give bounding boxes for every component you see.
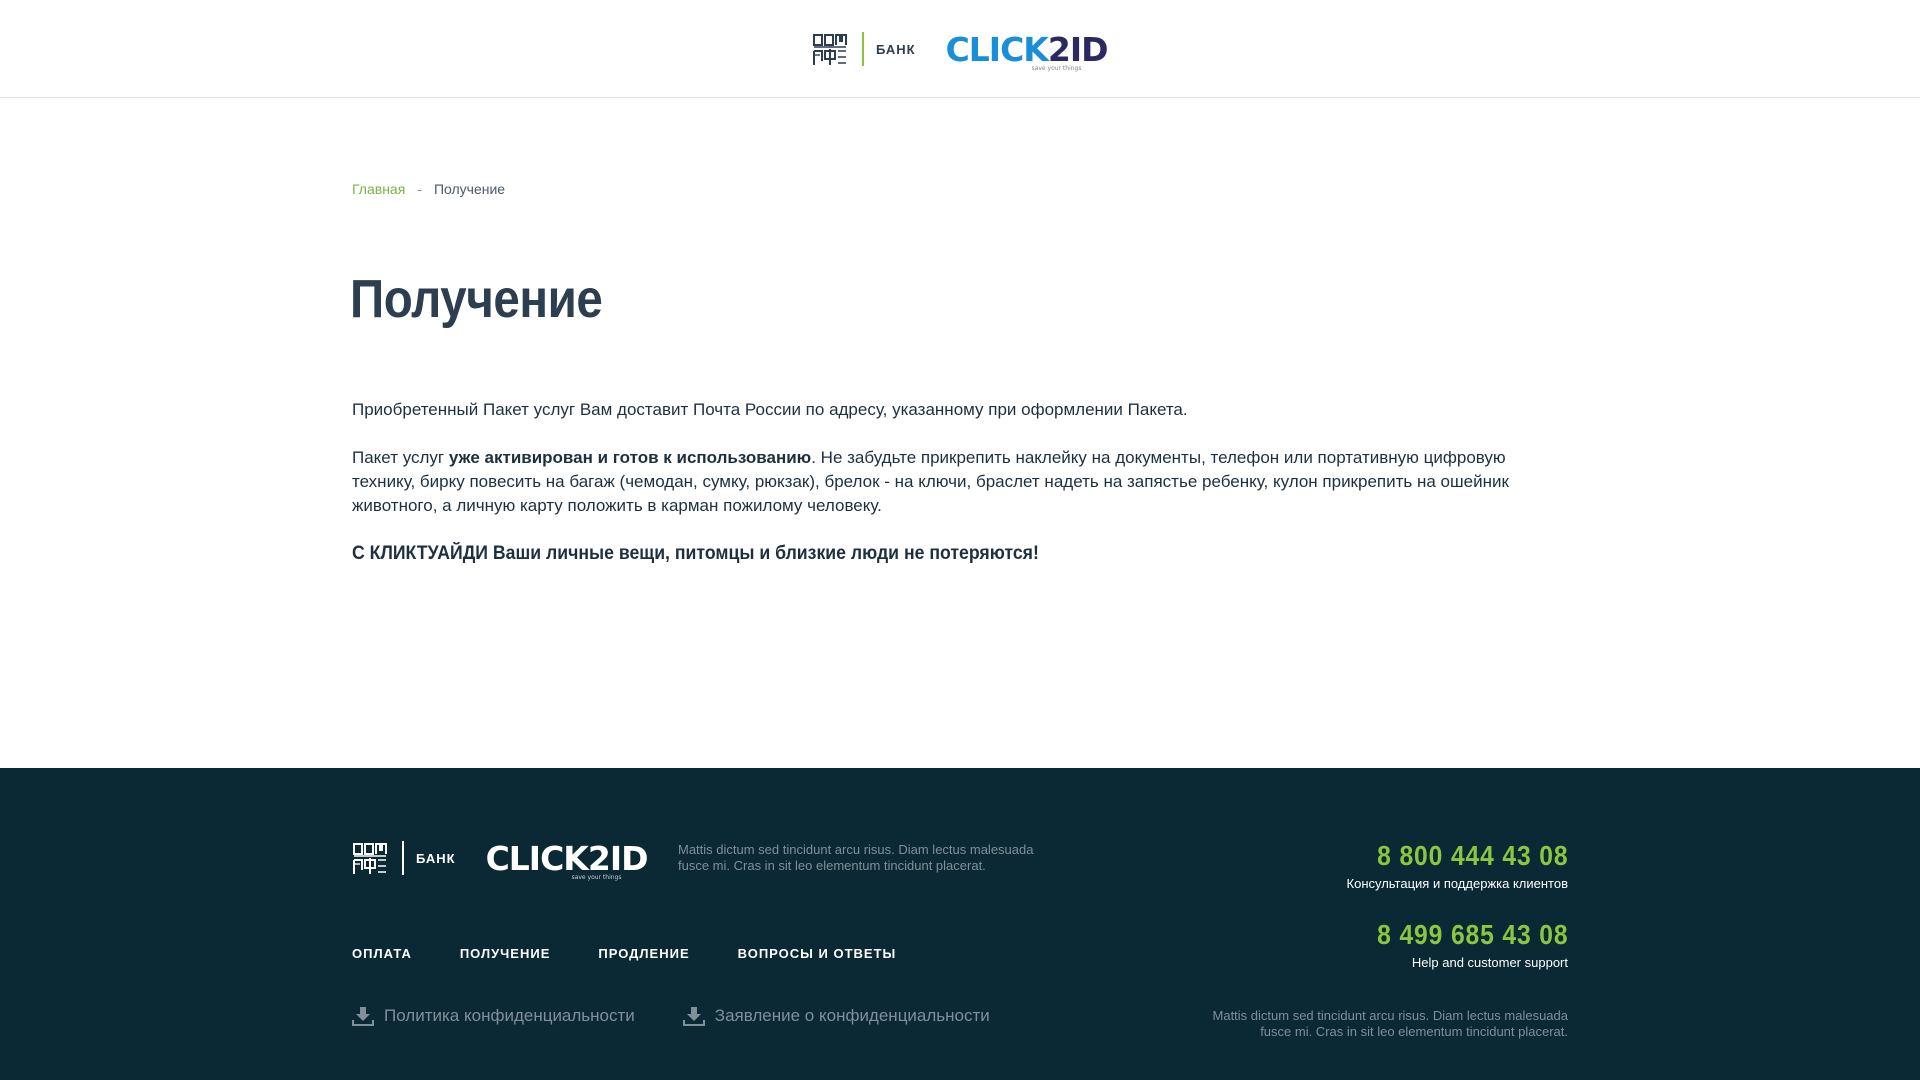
logo-divider [402,841,404,875]
footer-nav-renewal[interactable]: ПРОДЛЕНИЕ [598,946,689,961]
breadcrumb-home-link[interactable]: Главная [352,181,405,197]
clickid-tagline: save your things [571,873,622,881]
activation-paragraph: Пакет услуг уже активирован и готов к ис… [352,446,1572,518]
privacy-policy-link[interactable]: Политика конфиденциальности [352,1006,635,1026]
clickid-logo: CLICK2ID save your things [485,838,649,881]
breadcrumb-current: Получение [433,181,506,197]
privacy-statement-label: Заявление о конфиденциальности [714,1006,990,1025]
footer-documents: Политика конфиденциальности Заявление о … [352,1006,990,1026]
page-title: Получение [350,269,603,329]
delivery-paragraph: Приобретенный Пакет услуг Вам доставит П… [352,400,1188,419]
logo-divider [862,32,864,66]
privacy-policy-label: Политика конфиденциальности [384,1006,635,1025]
phone-caption-support: Консультация и поддержка клиентов [1346,876,1568,891]
footer-logo-group[interactable]: БАНК CLICK2ID save your things [352,838,649,881]
phone-block-help: 8 499 685 43 08 Help and customer suppor… [1347,919,1568,970]
phone-number-support[interactable]: 8 800 444 43 08 [1373,840,1568,872]
activation-bold-text: уже активирован и готов к использованию [448,448,812,467]
footer-phones: 8 800 444 43 08 Консультация и поддержка… [1347,840,1568,970]
clickid-logo-part1: CLICK [945,29,1049,69]
breadcrumb-separator: - [417,181,422,197]
clickid-tagline: save your things [1031,64,1082,72]
clickid-logo-text: CLICK2ID [485,838,649,878]
phone-number-help[interactable]: 8 499 685 43 08 [1373,919,1568,951]
bank-label: БАНК [876,41,916,57]
header-logo-group[interactable]: БАНК CLICK 2ID save your things [812,29,1109,72]
bank-label: БАНК [416,850,456,866]
download-icon [352,1007,374,1026]
site-header: БАНК CLICK 2ID save your things [0,0,1920,98]
domrf-logo-icon [813,34,847,65]
clickid-logo-part2: 2ID [1047,29,1109,69]
site-footer: БАНК CLICK2ID save your things Mattis di… [0,768,1920,1080]
phone-block-support: 8 800 444 43 08 Консультация и поддержка… [1347,840,1568,891]
page-content: Приобретенный Пакет услуг Вам доставит П… [352,398,1572,566]
footer-description-right: Mattis dictum sed tincidunt arcu risus. … [1212,1008,1568,1039]
domrf-logo-icon [353,843,387,874]
activation-prefix: Пакет услуг [352,448,449,467]
phone-caption-help: Help and customer support [1411,955,1568,970]
slogan: С КЛИКТУАЙДИ Ваши личные вещи, питомцы и… [352,543,1039,564]
clickid-logo: CLICK 2ID save your things [945,29,1109,72]
footer-nav-receiving[interactable]: ПОЛУЧЕНИЕ [460,946,551,961]
footer-nav-payment[interactable]: ОПЛАТА [352,946,412,961]
download-icon [682,1007,705,1026]
breadcrumb: Главная - Получение [352,181,505,197]
footer-description: Mattis dictum sed tincidunt arcu risus. … [678,842,1034,873]
footer-nav-faq[interactable]: ВОПРОСЫ И ОТВЕТЫ [738,946,897,961]
footer-nav: ОПЛАТА ПОЛУЧЕНИЕ ПРОДЛЕНИЕ ВОПРОСЫ И ОТВ… [352,946,896,961]
privacy-statement-link[interactable]: Заявление о конфиденциальности [682,1006,990,1026]
